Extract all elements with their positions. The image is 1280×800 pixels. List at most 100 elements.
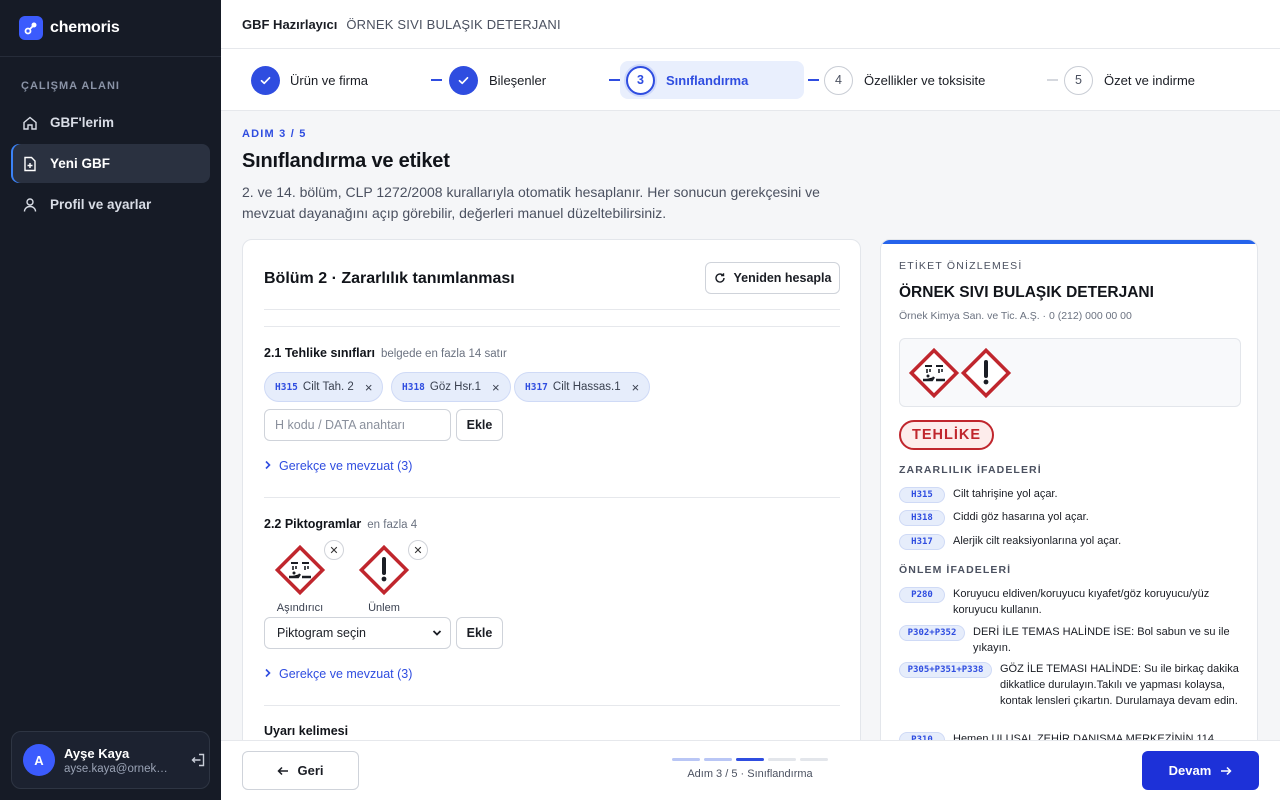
step-number: 3	[626, 65, 655, 95]
divider	[264, 497, 840, 498]
link-label: Gerekçe ve mevzuat (3)	[279, 667, 413, 681]
app-title: GBF Hazırlayıcı	[242, 16, 338, 32]
rationale-link[interactable]: Gerekçe ve mevzuat (3)	[264, 459, 412, 473]
precaution-statement: P280 Koruyucu eldiven/koruyucu kıyafet/g…	[899, 586, 1239, 618]
workspace-title: ÇALIŞMA ALANI	[21, 80, 120, 92]
step-label: Sınıflandırma	[666, 72, 749, 88]
sidebar-item-my-sds[interactable]: GBF'lerim	[11, 103, 210, 142]
step-properties[interactable]: 4 Özellikler ve toksisite	[824, 61, 985, 99]
hazard-chip[interactable]: H315 Cilt Tah. 2 ×	[264, 372, 384, 402]
remove-pictogram-icon[interactable]: ✕	[324, 540, 344, 560]
precaution-statement: P305+P351+P338 GÖZ İLE TEMASI HALİNDE: S…	[899, 661, 1239, 709]
corrosive-pictogram-icon	[274, 544, 326, 596]
step-connector	[1047, 79, 1058, 81]
statement-code: H315	[899, 487, 945, 503]
step-kicker: ADIM 3 / 5	[242, 128, 307, 140]
progress-segment	[704, 758, 732, 761]
hazard-chip[interactable]: H318 Göz Hsr.1 ×	[391, 372, 511, 402]
remove-chip-icon[interactable]: ×	[365, 380, 373, 395]
section-note: en fazla 4	[367, 519, 418, 531]
user-email: ayse.kaya@ornek.com.tr	[64, 762, 168, 775]
continue-button[interactable]: Devam	[1142, 751, 1259, 790]
chevron-right-icon	[264, 667, 272, 681]
chip-code: H318	[402, 381, 425, 393]
step-summary[interactable]: 5 Özet ve indirme	[1064, 61, 1195, 99]
add-pictogram-button[interactable]: Ekle	[456, 617, 503, 649]
hazard-statement: H317 Alerjik cilt reaksiyonlarına yol aç…	[899, 533, 1239, 550]
new-document-icon	[21, 155, 39, 173]
statement-text: Koruyucu eldiven/koruyucu kıyafet/göz ko…	[953, 588, 1210, 616]
sidebar-item-profile[interactable]: Profil ve ayarlar	[11, 185, 210, 224]
exclamation-pictogram-icon	[960, 347, 1012, 399]
input-placeholder: H kodu / DATA anahtarı	[275, 418, 406, 432]
statement-text: GÖZ İLE TEMASI HALİNDE: Su ile birkaç da…	[1000, 663, 1239, 707]
recalculate-label: Yeniden hesapla	[733, 271, 832, 285]
chip-label: Cilt Tah. 2	[302, 381, 354, 393]
progress-segment	[736, 758, 764, 761]
statement-code: H317	[899, 534, 945, 550]
step-label: Özet ve indirme	[1104, 72, 1196, 88]
brand-name: chemoris	[50, 19, 120, 36]
step-product-company[interactable]: Ürün ve firma	[251, 61, 368, 99]
label-preview: ETİKET ÖNİZLEMESİ ÖRNEK SIVI BULAŞIK DET…	[880, 239, 1258, 759]
pictogram-label: Aşındırıcı	[276, 602, 324, 614]
sidebar-item-label: Profil ve ayarlar	[50, 197, 152, 212]
chevron-right-icon	[264, 459, 272, 473]
chevron-down-icon	[432, 629, 442, 637]
pictogram-corrosive: ✕ Aşındırıcı	[270, 540, 344, 614]
statement-code: H318	[899, 510, 945, 526]
step-label: Bileşenler	[489, 72, 547, 88]
add-hazard-button[interactable]: Ekle	[456, 409, 503, 441]
section-title-text: 2.2 Piktogramlar	[264, 517, 362, 531]
statement-text: Cilt tahrişine yol açar.	[953, 488, 1058, 500]
pictogram-select[interactable]: Piktogram seçin	[264, 617, 451, 649]
page-description: 2. ve 14. bölüm, CLP 1272/2008 kuralları…	[242, 184, 820, 221]
chip-label: Cilt Hassas.1	[552, 381, 621, 393]
back-button[interactable]: Geri	[242, 751, 359, 790]
footer-status: Adım 3 / 5 · Sınıflandırma	[687, 768, 813, 780]
preview-company: Örnek Kimya San. ve Tic. A.Ş. · 0 (212) …	[899, 310, 1132, 322]
user-card: A Ayşe Kaya ayse.kaya@ornek.com.tr	[11, 731, 210, 789]
chip-code: H315	[275, 381, 298, 393]
preview-kicker: ETİKET ÖNİZLEMESİ	[899, 260, 1023, 272]
brand[interactable]: chemoris	[0, 0, 221, 57]
hazard-chip[interactable]: H317 Cilt Hassas.1 ×	[514, 372, 651, 402]
signal-word-badge: TEHLİKE	[899, 420, 995, 450]
remove-chip-icon[interactable]: ×	[632, 380, 640, 395]
hazard-classes-title: 2.1 Tehlike sınıfları belgede en fazla 14…	[264, 346, 507, 360]
rationale-link[interactable]: Gerekçe ve mevzuat (3)	[264, 667, 412, 681]
step-components[interactable]: Bileşenler	[449, 61, 546, 99]
check-icon	[251, 65, 280, 95]
step-connector	[431, 79, 442, 81]
sidebar-item-new-sds[interactable]: Yeni GBF	[11, 144, 210, 183]
h-code-input[interactable]: H kodu / DATA anahtarı	[264, 409, 451, 441]
user-icon	[21, 196, 39, 214]
step-number: 4	[824, 65, 853, 95]
sidebar-item-label: Yeni GBF	[50, 156, 111, 171]
arrow-right-icon	[1220, 766, 1232, 776]
breadcrumb-product: ÖRNEK SIVI BULAŞIK DETERJANI	[346, 16, 561, 32]
step-connector	[808, 79, 819, 81]
preview-pictograms	[899, 338, 1241, 407]
back-label: Geri	[297, 763, 324, 778]
progress-segment	[800, 758, 828, 761]
wizard-footer: Geri Adım 3 / 5 · Sınıflandırma Devam	[221, 740, 1280, 800]
remove-chip-icon[interactable]: ×	[492, 380, 500, 395]
card-header: Bölüm 2 · Zararlılık tanımlanması Yenide…	[264, 262, 840, 310]
check-icon	[449, 65, 478, 95]
link-label: Gerekçe ve mevzuat (3)	[279, 459, 413, 473]
step-classification[interactable]: 3 Sınıflandırma	[620, 61, 804, 99]
step-label: Özellikler ve toksisite	[864, 72, 986, 88]
card-title: Bölüm 2 · Zararlılık tanımlanması	[264, 270, 515, 287]
recalculate-button[interactable]: Yeniden hesapla	[705, 262, 840, 294]
statement-text: Ciddi göz hasarına yol açar.	[953, 511, 1089, 523]
precaution-statements-title: ÖNLEM İFADELERİ	[899, 564, 1012, 576]
logout-icon[interactable]	[188, 750, 208, 770]
hazard-statements-title: ZARARLILIK İFADELERİ	[899, 464, 1042, 476]
divider	[264, 326, 840, 327]
arrow-left-icon	[277, 766, 289, 776]
section-note: belgede en fazla 14 satır	[380, 348, 507, 360]
hazard-identification-card: Bölüm 2 · Zararlılık tanımlanması Yenide…	[242, 239, 861, 759]
remove-pictogram-icon[interactable]: ✕	[408, 540, 428, 560]
hazard-statement: H315 Cilt tahrişine yol açar.	[899, 486, 1239, 503]
